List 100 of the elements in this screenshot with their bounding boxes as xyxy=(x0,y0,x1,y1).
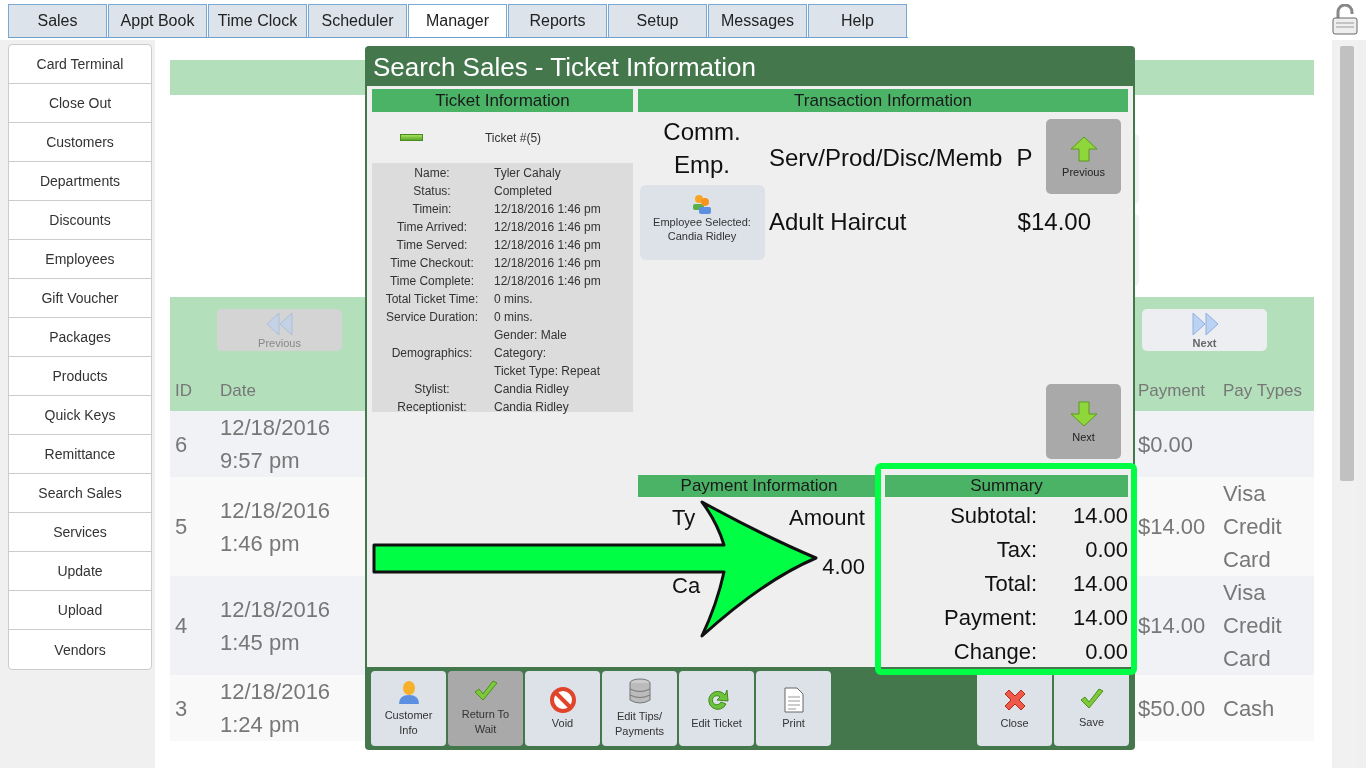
tab[interactable]: Appt Book xyxy=(108,4,207,37)
employee-button[interactable]: Employee Selected: Candia Ridley xyxy=(639,185,765,260)
column-header: Payment xyxy=(1137,381,1207,401)
column-header: ID xyxy=(174,381,193,401)
tab[interactable]: Setup xyxy=(608,4,707,37)
table-cell-text: 5 xyxy=(175,513,188,541)
field-label: Time Arrived: xyxy=(396,219,468,236)
table-cell-text: 6 xyxy=(175,430,188,459)
field-label: Time Served: xyxy=(396,237,468,254)
sidebar-item[interactable]: Vendors xyxy=(9,630,151,669)
field-value: Candia Ridley xyxy=(494,399,570,416)
column-header: Comm. Emp. xyxy=(662,117,742,180)
no-entry-icon xyxy=(549,686,576,713)
summary-label: Total: xyxy=(983,570,1037,598)
sidebar-item[interactable]: Employees xyxy=(9,240,151,279)
table-cell-text: 12/18/2016 1:46 pm xyxy=(220,496,332,558)
sidebar-item[interactable]: Upload xyxy=(9,591,151,630)
section-header: Transaction Information xyxy=(638,89,1128,112)
tab[interactable]: Time Clock xyxy=(208,4,307,37)
down-arrow-icon xyxy=(1069,400,1098,427)
double-arrow-right-icon xyxy=(1189,311,1220,337)
table-cell-text: $50.00 xyxy=(1138,694,1206,723)
next-button[interactable]: Next xyxy=(1046,384,1121,459)
document-icon xyxy=(783,686,804,713)
print-button[interactable]: Print xyxy=(756,671,831,746)
summary-value: 14.00 xyxy=(1071,502,1128,530)
summary-label: Change: xyxy=(952,638,1037,666)
field-label: Stylist: xyxy=(414,381,450,398)
sidebar-item[interactable]: Products xyxy=(9,357,151,396)
tab[interactable]: Messages xyxy=(708,4,807,37)
item-name: Adult Haircut xyxy=(769,208,907,236)
table-cell-text: 4 xyxy=(175,612,188,640)
column-header: Serv/Prod/Disc/Memb xyxy=(769,144,1003,172)
up-arrow-icon xyxy=(1069,135,1098,162)
field-value: 0 mins. xyxy=(494,309,534,326)
summary-label: Tax: xyxy=(995,536,1037,564)
sidebar-item[interactable]: Departments xyxy=(9,162,151,201)
field-value: Ticket Type: Repeat xyxy=(494,363,602,380)
section-header: Ticket Information xyxy=(372,89,633,112)
lock-icon xyxy=(1330,4,1360,36)
tab[interactable]: Help xyxy=(808,4,907,37)
sidebar-item[interactable]: Search Sales xyxy=(9,474,151,513)
sidebar-item[interactable]: Remittance xyxy=(9,435,151,474)
summary-value: 0.00 xyxy=(1084,536,1128,564)
field-value: Completed xyxy=(494,183,554,200)
field-value: Category: xyxy=(494,345,548,362)
tab[interactable]: Manager xyxy=(408,4,507,37)
field-label: Time Checkout: xyxy=(390,255,474,272)
tips-button[interactable]: Edit Tips/ Payments xyxy=(602,671,677,746)
summary-value: 14.00 xyxy=(1071,604,1128,632)
table-cell-text: Visa Credit Card xyxy=(1223,480,1283,574)
column-header: Date xyxy=(219,381,257,401)
field-value: Candia Ridley xyxy=(494,381,570,398)
return-button[interactable]: Return To Wait xyxy=(448,671,523,746)
table-cell-text: Ca xyxy=(672,572,702,599)
column-header: P xyxy=(1016,144,1033,172)
table-cell-text: 12/18/2016 9:57 pm xyxy=(220,414,332,475)
sidebar-item[interactable]: Packages xyxy=(9,318,151,357)
section-header: Summary xyxy=(885,475,1128,497)
customer-button[interactable]: Customer Info xyxy=(371,671,446,746)
sidebar-item[interactable]: Update xyxy=(9,552,151,591)
table-cell-text: Visa Credit Card xyxy=(1223,579,1283,673)
summary-value: 14.00 xyxy=(1071,570,1128,598)
tab[interactable]: Reports xyxy=(508,4,607,37)
sidebar-item[interactable]: Discounts xyxy=(9,201,151,240)
field-label: Timein: xyxy=(412,201,452,218)
sidebar-item[interactable]: Services xyxy=(9,513,151,552)
sidebar-item[interactable]: Quick Keys xyxy=(9,396,151,435)
tab[interactable]: Scheduler xyxy=(308,4,407,37)
person-icon xyxy=(396,679,421,705)
sidebar-item[interactable]: Card Terminal xyxy=(9,45,151,84)
column-header: Ty xyxy=(672,505,697,531)
table-cell-text: $14.00 xyxy=(1138,612,1206,640)
ticket-number: Ticket #(5) xyxy=(483,130,543,145)
sidebar-item[interactable]: Gift Voucher xyxy=(9,279,151,318)
tab[interactable]: Sales xyxy=(8,4,107,37)
summary-label: Payment: xyxy=(943,604,1037,632)
sidebar-item[interactable]: Close Out xyxy=(9,84,151,123)
field-value: Tyler Cahaly xyxy=(494,165,562,182)
field-value: 0 mins. xyxy=(494,291,534,308)
table-cell-text: 3 xyxy=(175,694,188,723)
next-button[interactable]: Next xyxy=(1142,309,1267,351)
table-cell-text: 12/18/2016 1:24 pm xyxy=(220,678,332,739)
field-label: Time Complete: xyxy=(389,273,475,290)
field-value: 12/18/2016 1:46 pm xyxy=(494,201,602,218)
field-value: Gender: Male xyxy=(494,327,568,344)
double-arrow-left-icon xyxy=(264,311,295,337)
field-value: 12/18/2016 1:46 pm xyxy=(494,219,602,236)
dialog-title: Search Sales - Ticket Information xyxy=(372,51,757,84)
previous-button[interactable]: Previous xyxy=(1046,119,1121,194)
item-price: $14.00 xyxy=(1017,208,1091,236)
table-cell-text: 4.00 xyxy=(821,553,865,580)
field-label: Total Ticket Time: xyxy=(385,291,479,308)
table-cell-text: $14.00 xyxy=(1138,513,1206,541)
void-button[interactable]: Void xyxy=(525,671,600,746)
status-indicator-icon xyxy=(400,134,423,141)
summary-label: Subtotal: xyxy=(949,502,1037,530)
edit-button[interactable]: Edit Ticket xyxy=(679,671,754,746)
field-value: 12/18/2016 1:46 pm xyxy=(494,255,602,272)
sidebar-item[interactable]: Customers xyxy=(9,123,151,162)
